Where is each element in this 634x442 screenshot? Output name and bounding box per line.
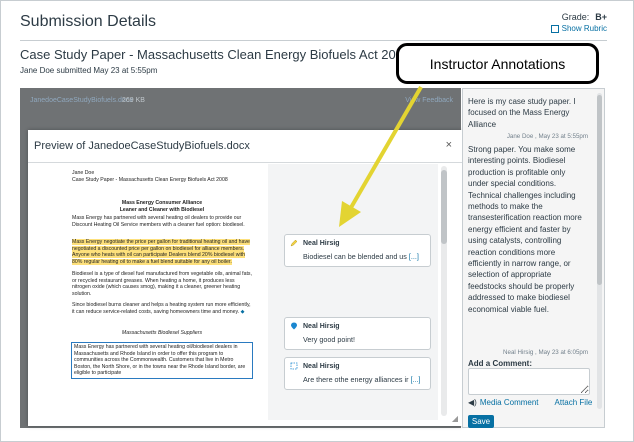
pencil-icon — [290, 239, 298, 247]
media-comment-link[interactable]: Media Comment — [480, 398, 539, 407]
preview-modal-title: Preview of JanedoeCaseStudyBiofuels.docx — [34, 140, 250, 152]
attach-file-link[interactable]: Attach File — [555, 398, 593, 407]
annotation-card[interactable]: Neal Hirsig Very good point! — [284, 317, 431, 350]
annotation-text-body: Biodiesel can be blended and us — [303, 252, 407, 261]
annotation-card[interactable]: Neal Hirsig Biodiesel can be blended and… — [284, 234, 431, 267]
grade-box: Grade: B+ Show Rubric — [550, 11, 607, 36]
document-subheading: Massachusetts Biodiesel Suppliers — [121, 330, 203, 336]
speaker-icon: ◀) — [468, 398, 477, 407]
grade-label: Grade: — [561, 12, 590, 22]
annotation-expand-link[interactable]: [...] — [410, 375, 420, 384]
page-title: Submission Details — [20, 13, 157, 30]
area-select-icon — [290, 362, 298, 370]
annotation-text: Biodiesel can be blended and us [...] — [303, 252, 419, 261]
comments-scrollbar-thumb[interactable] — [597, 95, 602, 285]
document-paragraph: Biodiesel is a type of diesel fuel manuf… — [72, 271, 252, 297]
document-bar: JanedoeCaseStudyBiofuels.docx 269 KB Vie… — [20, 88, 461, 114]
comment-input[interactable] — [468, 368, 590, 395]
comments-panel: Here is my case study paper. I focused o… — [462, 88, 605, 428]
document-size: 269 KB — [122, 97, 145, 104]
annotation-text: Are there othe energy alliances ir [...] — [303, 375, 420, 384]
annotation-sidebar: Neal Hirsig Biodiesel can be blended and… — [268, 164, 438, 420]
annotation-author: Neal Hirsig — [303, 240, 340, 247]
document-paragraph-with-pin: Since biodiesel burns cleaner and helps … — [72, 302, 252, 315]
comments-scrollbar[interactable] — [597, 93, 602, 409]
highlight-text: Mass Energy negotiate the price per gall… — [72, 239, 250, 265]
add-comment-label: Add a Comment: — [468, 359, 532, 368]
annotation-card[interactable]: Neal Hirsig Are there othe energy allian… — [284, 357, 431, 390]
submitted-info: Jane Doe submitted May 23 at 5:55pm — [20, 66, 158, 75]
preview-scrollbar[interactable] — [441, 166, 447, 416]
document-author-block: Jane Doe Case Study Paper - Massachusett… — [72, 170, 228, 183]
document-area-annotated-paragraph[interactable]: Mass Energy has partnered with several h… — [71, 342, 253, 379]
submission-details-window: Submission Details Grade: B+ Show Rubric … — [0, 0, 634, 442]
preview-modal-header: Preview of JanedoeCaseStudyBiofuels.docx… — [28, 130, 462, 163]
assignment-title: Case Study Paper - Massachusetts Clean E… — [20, 47, 411, 62]
resize-grip-icon[interactable]: ◢ — [452, 414, 458, 423]
annotation-expand-link[interactable]: [...] — [409, 252, 419, 261]
document-paragraph: Mass Energy has partnered with several h… — [72, 215, 245, 228]
annotation-text: Very good point! — [303, 335, 355, 344]
rubric-icon — [550, 25, 559, 33]
comment-meta: Neal Hirsig , May 23 at 6:05pm — [503, 349, 588, 356]
comment-meta: Jane Doe , May 23 at 5:55pm — [506, 133, 588, 140]
comment-actions: ◀) Media Comment Attach File — [468, 398, 592, 407]
show-rubric-label: Show Rubric — [561, 24, 607, 33]
annotation-author: Neal Hirsig — [303, 323, 340, 330]
document-highlighted-paragraph[interactable]: Mass Energy negotiate the price per gall… — [72, 239, 252, 265]
grade-value: B+ — [595, 12, 607, 22]
annotation-text-body: Are there othe energy alliances ir — [303, 375, 409, 384]
header-divider — [20, 40, 607, 41]
document-heading: Mass Energy Consumer Alliance Leaner and… — [119, 200, 205, 213]
document-page[interactable]: Jane Doe Case Study Paper - Massachusett… — [42, 164, 268, 420]
preview-scrollbar-thumb[interactable] — [441, 170, 447, 244]
pin-marker-icon[interactable]: ◆ — [241, 309, 245, 315]
instructor-annotations-callout: Instructor Annotations — [396, 43, 599, 84]
document-filename-link[interactable]: JanedoeCaseStudyBiofuels.docx — [30, 97, 133, 104]
pin-icon — [291, 322, 297, 330]
show-rubric-link[interactable]: Show Rubric — [550, 23, 607, 35]
save-button[interactable]: Save — [468, 415, 494, 428]
comment-text: Strong paper. You make some interesting … — [468, 145, 582, 314]
view-feedback-link[interactable]: View Feedback — [405, 97, 453, 104]
annotation-author: Neal Hirsig — [303, 363, 340, 370]
close-icon[interactable]: × — [446, 139, 452, 151]
preview-modal: Preview of JanedoeCaseStudyBiofuels.docx… — [28, 130, 462, 426]
comment-text: Here is my case study paper. I focused o… — [468, 97, 576, 129]
document-paragraph-text: Since biodiesel burns cleaner and helps … — [72, 302, 251, 315]
